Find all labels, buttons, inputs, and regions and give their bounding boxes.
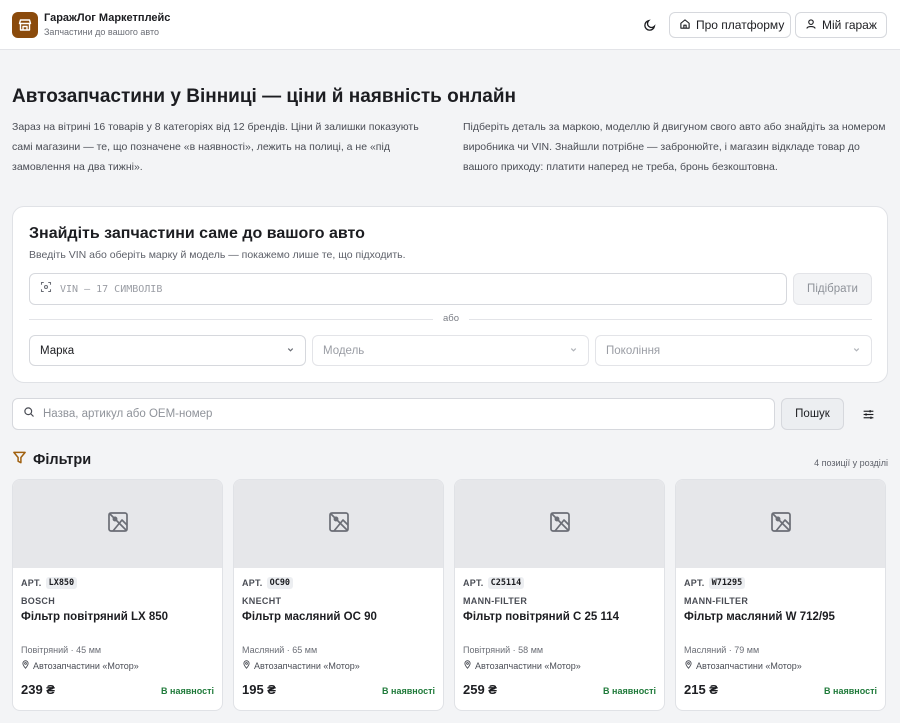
moon-icon[interactable] bbox=[640, 14, 660, 36]
product-brand: MANN-FILTER bbox=[463, 596, 528, 606]
article-number: АРТ. W71295 bbox=[684, 577, 746, 589]
home-icon bbox=[679, 18, 691, 33]
scan-icon bbox=[40, 280, 52, 298]
stock-status: В наявності bbox=[382, 686, 435, 696]
product-name[interactable]: Фільтр масляний OC 90 bbox=[242, 611, 377, 623]
vehicle-finder-card: Знайдіть запчастини саме до вашого авто … bbox=[12, 206, 888, 383]
article-number: АРТ. OC90 bbox=[242, 577, 294, 589]
product-card[interactable]: АРТ. C25114 MANN-FILTER Фільтр повітряни… bbox=[454, 479, 665, 711]
product-image-placeholder bbox=[234, 480, 443, 568]
store-name: Автозапчастини «Мотор» bbox=[33, 660, 139, 671]
chevron-down-icon bbox=[569, 345, 578, 357]
article-number: АРТ. C25114 bbox=[463, 577, 525, 589]
product-spec: Повітряний · 45 мм bbox=[21, 645, 102, 655]
store-location: Автозапчастини «Мотор» bbox=[463, 660, 581, 671]
store-location: Автозапчастини «Мотор» bbox=[242, 660, 360, 671]
search-input[interactable] bbox=[43, 408, 743, 420]
brand-title[interactable]: ГаражЛог Маркетплейс bbox=[44, 12, 170, 24]
brand-subtitle: Запчастини до вашого авто bbox=[44, 27, 160, 37]
product-card[interactable]: АРТ. W71295 MANN-FILTER Фільтр масляний … bbox=[675, 479, 886, 711]
store-icon[interactable] bbox=[12, 12, 38, 38]
chevron-down-icon bbox=[852, 345, 861, 357]
filters-toggle[interactable]: Фільтри bbox=[12, 450, 91, 470]
product-brand: BOSCH bbox=[21, 596, 56, 606]
no-image-icon bbox=[106, 510, 130, 539]
article-number: АРТ. LX850 bbox=[21, 577, 78, 589]
store-location: Автозапчастини «Мотор» bbox=[684, 660, 802, 671]
top-bar: ГаражЛог Маркетплейс Запчастини до вашог… bbox=[0, 0, 900, 50]
about-platform-button[interactable]: Про платформу bbox=[669, 12, 791, 38]
article-label: АРТ. bbox=[684, 578, 705, 588]
stock-status: В наявності bbox=[824, 686, 877, 696]
article-code: C25114 bbox=[487, 577, 525, 589]
map-pin-icon bbox=[684, 660, 693, 671]
sliders-icon[interactable] bbox=[858, 404, 878, 424]
no-image-icon bbox=[769, 510, 793, 539]
product-image-placeholder bbox=[13, 480, 222, 568]
product-brand: KNECHT bbox=[242, 596, 282, 606]
my-garage-label: Мій гараж bbox=[822, 18, 877, 32]
product-name[interactable]: Фільтр повітряний LX 850 bbox=[21, 611, 168, 623]
generation-select[interactable]: Покоління bbox=[595, 335, 872, 366]
store-name: Автозапчастини «Мотор» bbox=[254, 660, 360, 671]
no-image-icon bbox=[327, 510, 351, 539]
product-spec: Повітряний · 58 мм bbox=[463, 645, 544, 655]
product-name[interactable]: Фільтр повітряний C 25 114 bbox=[463, 611, 619, 623]
product-price: 259 ₴ bbox=[463, 682, 497, 697]
generation-select-value: Покоління bbox=[606, 344, 661, 357]
results-count: 4 позиції у розділі bbox=[814, 458, 888, 468]
make-select[interactable]: Марка bbox=[29, 335, 306, 366]
model-select[interactable]: Модель bbox=[312, 335, 589, 366]
user-icon bbox=[805, 18, 817, 33]
product-price: 215 ₴ bbox=[684, 682, 718, 697]
model-select-value: Модель bbox=[323, 344, 365, 357]
article-code: OC90 bbox=[266, 577, 294, 589]
product-name[interactable]: Фільтр масляний W 712/95 bbox=[684, 611, 835, 623]
product-spec: Масляний · 65 мм bbox=[242, 645, 318, 655]
filter-icon bbox=[12, 450, 27, 470]
product-price: 239 ₴ bbox=[21, 682, 55, 697]
finder-subtitle: Введіть VIN або оберіть марку й модель —… bbox=[29, 249, 406, 261]
my-garage-button[interactable]: Мій гараж bbox=[795, 12, 887, 38]
vin-input[interactable] bbox=[60, 283, 760, 295]
no-image-icon bbox=[548, 510, 572, 539]
pick-parts-button[interactable]: Підібрати bbox=[793, 273, 872, 305]
product-card[interactable]: АРТ. LX850 BOSCH Фільтр повітряний LX 85… bbox=[12, 479, 223, 711]
article-code: W71295 bbox=[708, 577, 746, 589]
search-button[interactable]: Пошук bbox=[781, 398, 844, 430]
finder-title: Знайдіть запчастини саме до вашого авто bbox=[29, 225, 365, 242]
store-location: Автозапчастини «Мотор» bbox=[21, 660, 139, 671]
intro-text-right: Підберіть деталь за маркою, моделлю й дв… bbox=[463, 121, 886, 173]
store-name: Автозапчастини «Мотор» bbox=[696, 660, 802, 671]
make-select-value: Марка bbox=[40, 344, 75, 357]
article-label: АРТ. bbox=[463, 578, 484, 588]
filters-label: Фільтри bbox=[33, 452, 92, 468]
article-code: LX850 bbox=[45, 577, 78, 589]
map-pin-icon bbox=[463, 660, 472, 671]
intro-text-left: Зараз на вітрині 16 товарів у 8 категорі… bbox=[12, 121, 419, 173]
product-image-placeholder bbox=[676, 480, 885, 568]
article-label: АРТ. bbox=[21, 578, 42, 588]
search-field[interactable] bbox=[12, 398, 775, 430]
stock-status: В наявності bbox=[603, 686, 656, 696]
product-brand: MANN-FILTER bbox=[684, 596, 749, 606]
about-platform-label: Про платформу bbox=[696, 18, 785, 32]
map-pin-icon bbox=[242, 660, 251, 671]
vin-field[interactable] bbox=[29, 273, 787, 305]
product-price: 195 ₴ bbox=[242, 682, 276, 697]
page-title: Автозапчастини у Вінниці — ціни й наявні… bbox=[12, 86, 517, 107]
product-spec: Масляний · 79 мм bbox=[684, 645, 760, 655]
product-image-placeholder bbox=[455, 480, 664, 568]
or-label: або bbox=[442, 313, 459, 324]
chevron-down-icon bbox=[286, 345, 295, 357]
product-card[interactable]: АРТ. OC90 KNECHT Фільтр масляний OC 90 М… bbox=[233, 479, 444, 711]
search-icon bbox=[23, 405, 35, 423]
store-name: Автозапчастини «Мотор» bbox=[475, 660, 581, 671]
stock-status: В наявності bbox=[161, 686, 214, 696]
article-label: АРТ. bbox=[242, 578, 263, 588]
map-pin-icon bbox=[21, 660, 30, 671]
